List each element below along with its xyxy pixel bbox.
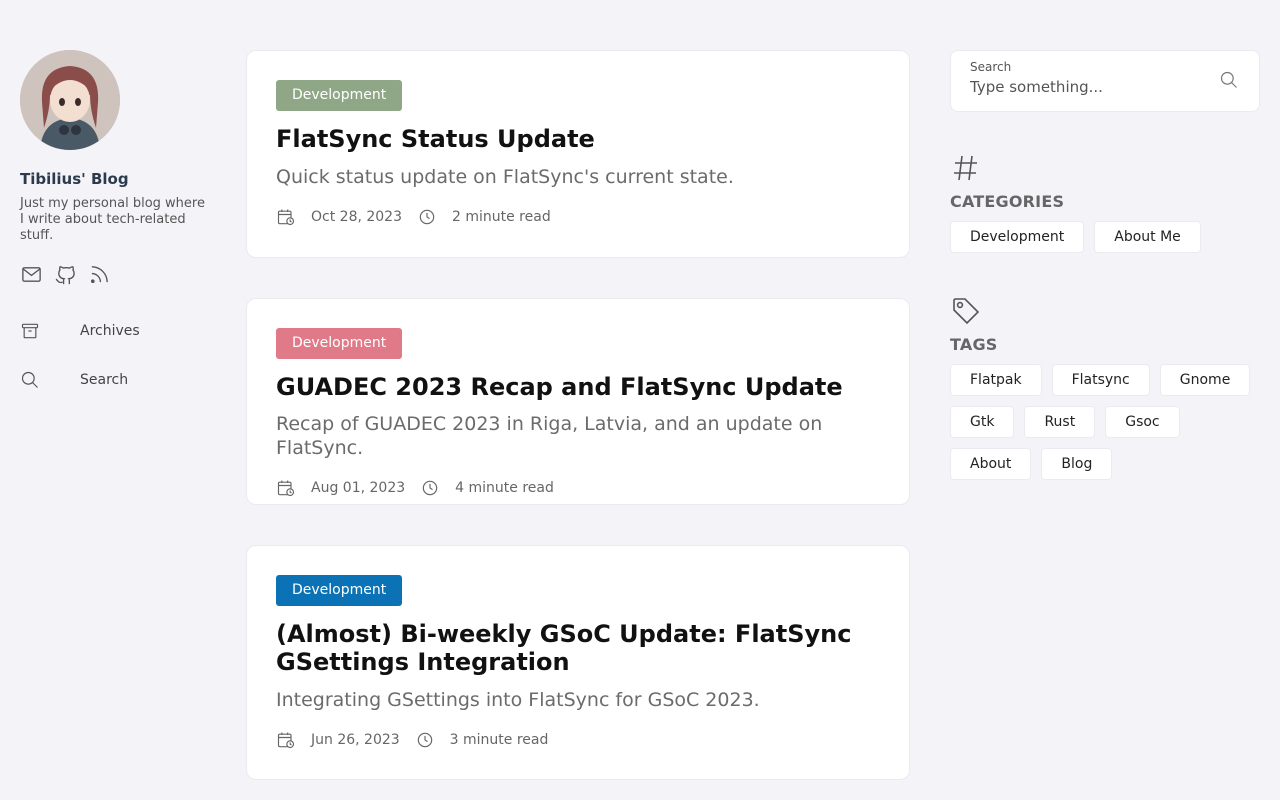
archive-icon (20, 321, 40, 341)
calendar-icon (276, 478, 296, 498)
search-widget: Search (950, 50, 1260, 112)
post-date: Oct 28, 2023 (311, 209, 402, 225)
profile-sidebar: Tibilius' Blog Just my personal blog whe… (20, 50, 220, 404)
site-title[interactable]: Tibilius' Blog (20, 170, 220, 188)
post-card[interactable]: Development FlatSync Status Update Quick… (246, 50, 910, 258)
avatar[interactable] (20, 50, 120, 150)
tag-chip[interactable]: Flatpak (950, 364, 1042, 396)
post-meta: Jun 26, 2023 3 minute read (276, 730, 880, 750)
category-chip[interactable]: Development (950, 221, 1085, 253)
clock-icon (415, 730, 435, 750)
search-icon (20, 370, 40, 390)
post-summary: Integrating GSettings into FlatSync for … (276, 689, 760, 711)
category-badge[interactable]: Development (276, 80, 403, 111)
post-title[interactable]: GUADEC 2023 Recap and FlatSync Update (276, 373, 880, 401)
read-time: 2 minute read (452, 209, 551, 225)
tag-icon (950, 295, 982, 327)
post-meta: Oct 28, 2023 2 minute read (276, 207, 880, 227)
tag-chip[interactable]: About (950, 448, 1032, 480)
category-badge[interactable]: Development (276, 328, 403, 359)
search-label: Search (970, 60, 1012, 74)
category-badge[interactable]: Development (276, 575, 403, 606)
post-list: Development FlatSync Status Update Quick… (246, 50, 910, 800)
clock-icon (417, 207, 437, 227)
clock-icon (420, 478, 440, 498)
nav-item-label: Search (80, 371, 129, 388)
calendar-icon (276, 730, 296, 750)
post-date: Jun 26, 2023 (311, 732, 400, 748)
sidebar-nav: Archives Search (20, 306, 220, 404)
tag-list: Flatpak Flatsync Gnome Gtk Rust Gsoc Abo… (950, 364, 1260, 480)
social-links (20, 263, 220, 286)
tag-chip[interactable]: Gnome (1159, 364, 1251, 396)
nav-item-archives[interactable]: Archives (20, 306, 220, 355)
nav-item-search[interactable]: Search (20, 355, 220, 404)
right-sidebar: Search CATEGORIES Development About Me T… (950, 50, 1260, 480)
hash-icon (950, 152, 982, 184)
tag-chip[interactable]: Blog (1041, 448, 1113, 480)
read-time: 4 minute read (455, 480, 554, 496)
tag-chip[interactable]: Flatsync (1051, 364, 1150, 396)
post-meta: Aug 01, 2023 4 minute read (276, 478, 880, 498)
search-input[interactable] (970, 78, 1200, 96)
categories-title: CATEGORIES (950, 192, 1065, 211)
post-summary: Quick status update on FlatSync's curren… (276, 166, 734, 188)
tag-chip[interactable]: Rust (1024, 406, 1096, 438)
tag-chip[interactable]: Gsoc (1105, 406, 1180, 438)
post-card[interactable]: Development (Almost) Bi-weekly GSoC Upda… (246, 545, 910, 780)
tag-chip[interactable]: Gtk (950, 406, 1015, 438)
mail-icon[interactable] (20, 263, 43, 286)
site-description: Just my personal blog where I write abou… (20, 196, 205, 243)
tags-title: TAGS (950, 335, 998, 354)
category-chip[interactable]: About Me (1094, 221, 1201, 253)
nav-item-label: Archives (80, 322, 140, 339)
category-list: Development About Me (950, 221, 1260, 253)
read-time: 3 minute read (449, 732, 549, 748)
post-summary: Recap of GUADEC 2023 in Riga, Latvia, an… (276, 413, 823, 459)
github-icon[interactable] (54, 263, 77, 286)
rss-icon[interactable] (88, 263, 111, 286)
calendar-icon (276, 207, 296, 227)
post-title[interactable]: (Almost) Bi-weekly GSoC Update: FlatSync… (276, 620, 880, 676)
post-card[interactable]: Development GUADEC 2023 Recap and FlatSy… (246, 298, 910, 505)
search-icon[interactable] (1219, 70, 1239, 90)
post-title[interactable]: FlatSync Status Update (276, 125, 880, 153)
post-date: Aug 01, 2023 (311, 480, 406, 496)
